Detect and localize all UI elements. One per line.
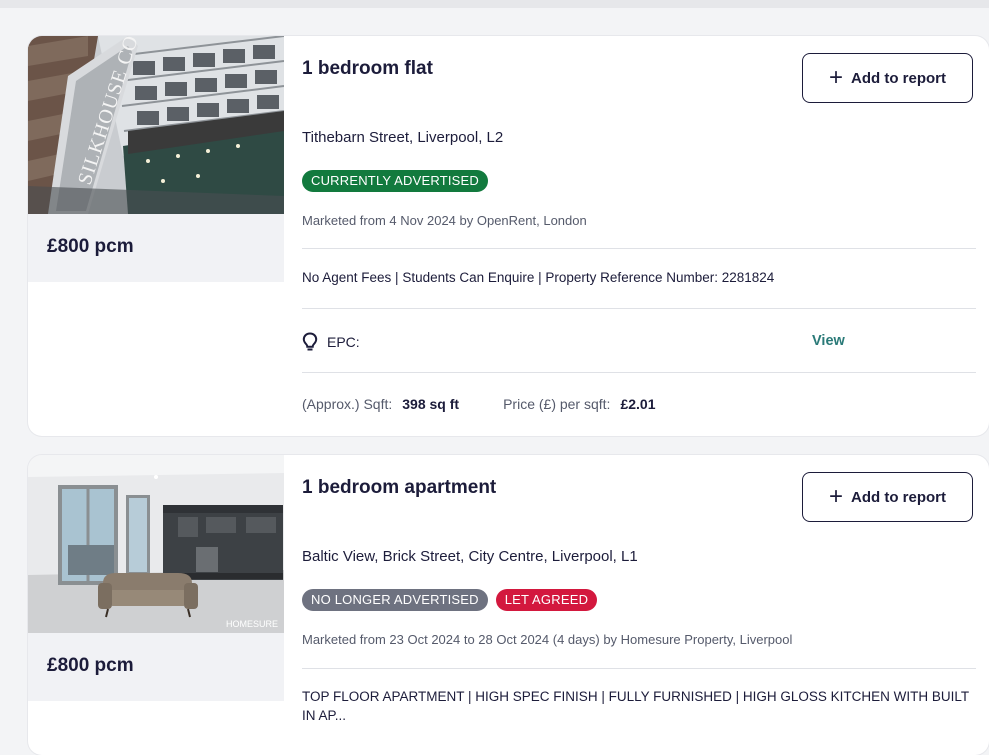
status-badges: NO LONGER ADVERTISED LET AGREED [302,589,598,611]
apartment-photo-image: HOMESURE [28,455,284,633]
marketed-info: Marketed from 4 Nov 2024 by OpenRent, Lo… [302,213,587,228]
status-badge-let-agreed: LET AGREED [495,589,598,611]
epc-label: EPC: [327,334,360,350]
epc-row: EPC: [302,332,360,352]
top-band [0,0,989,8]
listing-price: £800 pcm [47,236,134,257]
sqft-label: (Approx.) Sqft: [302,396,393,412]
plus-icon: + [828,64,843,91]
listing-left-column: SILKHOUSE COURT £800 pcm [28,36,284,282]
divider [302,248,976,249]
listing-card[interactable]: HOMESURE £800 pcm 1 bedroom apartment + … [28,455,989,755]
divider [302,372,976,373]
listing-price: £800 pcm [47,655,134,676]
add-to-report-label: Add to report [851,69,946,87]
building-photo-image: SILKHOUSE COURT [28,36,284,214]
listing-photo[interactable]: SILKHOUSE COURT [28,36,284,214]
add-to-report-button[interactable]: + Add to report [802,472,973,522]
listing-address: Tithebarn Street, Liverpool, L2 [302,129,504,146]
price-per-sqft-value: £2.01 [620,396,656,412]
plus-icon: + [828,483,843,510]
listing-features: TOP FLOOR APARTMENT | HIGH SPEC FINISH |… [302,689,969,723]
listing-left-column: HOMESURE £800 pcm [28,455,284,701]
status-badge-currently-advertised: CURRENTLY ADVERTISED [302,170,488,192]
epc-view-link[interactable]: View [812,333,845,349]
add-to-report-button[interactable]: + Add to report [802,53,973,103]
lightbulb-icon [302,332,318,351]
listing-title[interactable]: 1 bedroom apartment [302,477,496,499]
listing-card[interactable]: SILKHOUSE COURT £800 pcm 1 bedroom flat … [28,36,989,436]
status-badge-no-longer-advertised: NO LONGER ADVERTISED [302,589,488,611]
divider [302,308,976,309]
sqft-row: (Approx.) Sqft: 398 sq ft Price (£) per … [302,396,656,412]
add-to-report-label: Add to report [851,488,946,506]
marketed-info: Marketed from 23 Oct 2024 to 28 Oct 2024… [302,632,793,647]
listing-title[interactable]: 1 bedroom flat [302,58,433,80]
listing-address: Baltic View, Brick Street, City Centre, … [302,548,638,565]
price-per-sqft-label: Price (£) per sqft: [503,396,611,412]
listing-features: No Agent Fees | Students Can Enquire | P… [302,270,775,285]
photo-watermark: HOMESURE [226,619,278,629]
listing-photo[interactable]: HOMESURE [28,455,284,633]
status-badges: CURRENTLY ADVERTISED [302,170,488,192]
sqft-value: 398 sq ft [402,396,460,412]
divider [302,668,976,669]
